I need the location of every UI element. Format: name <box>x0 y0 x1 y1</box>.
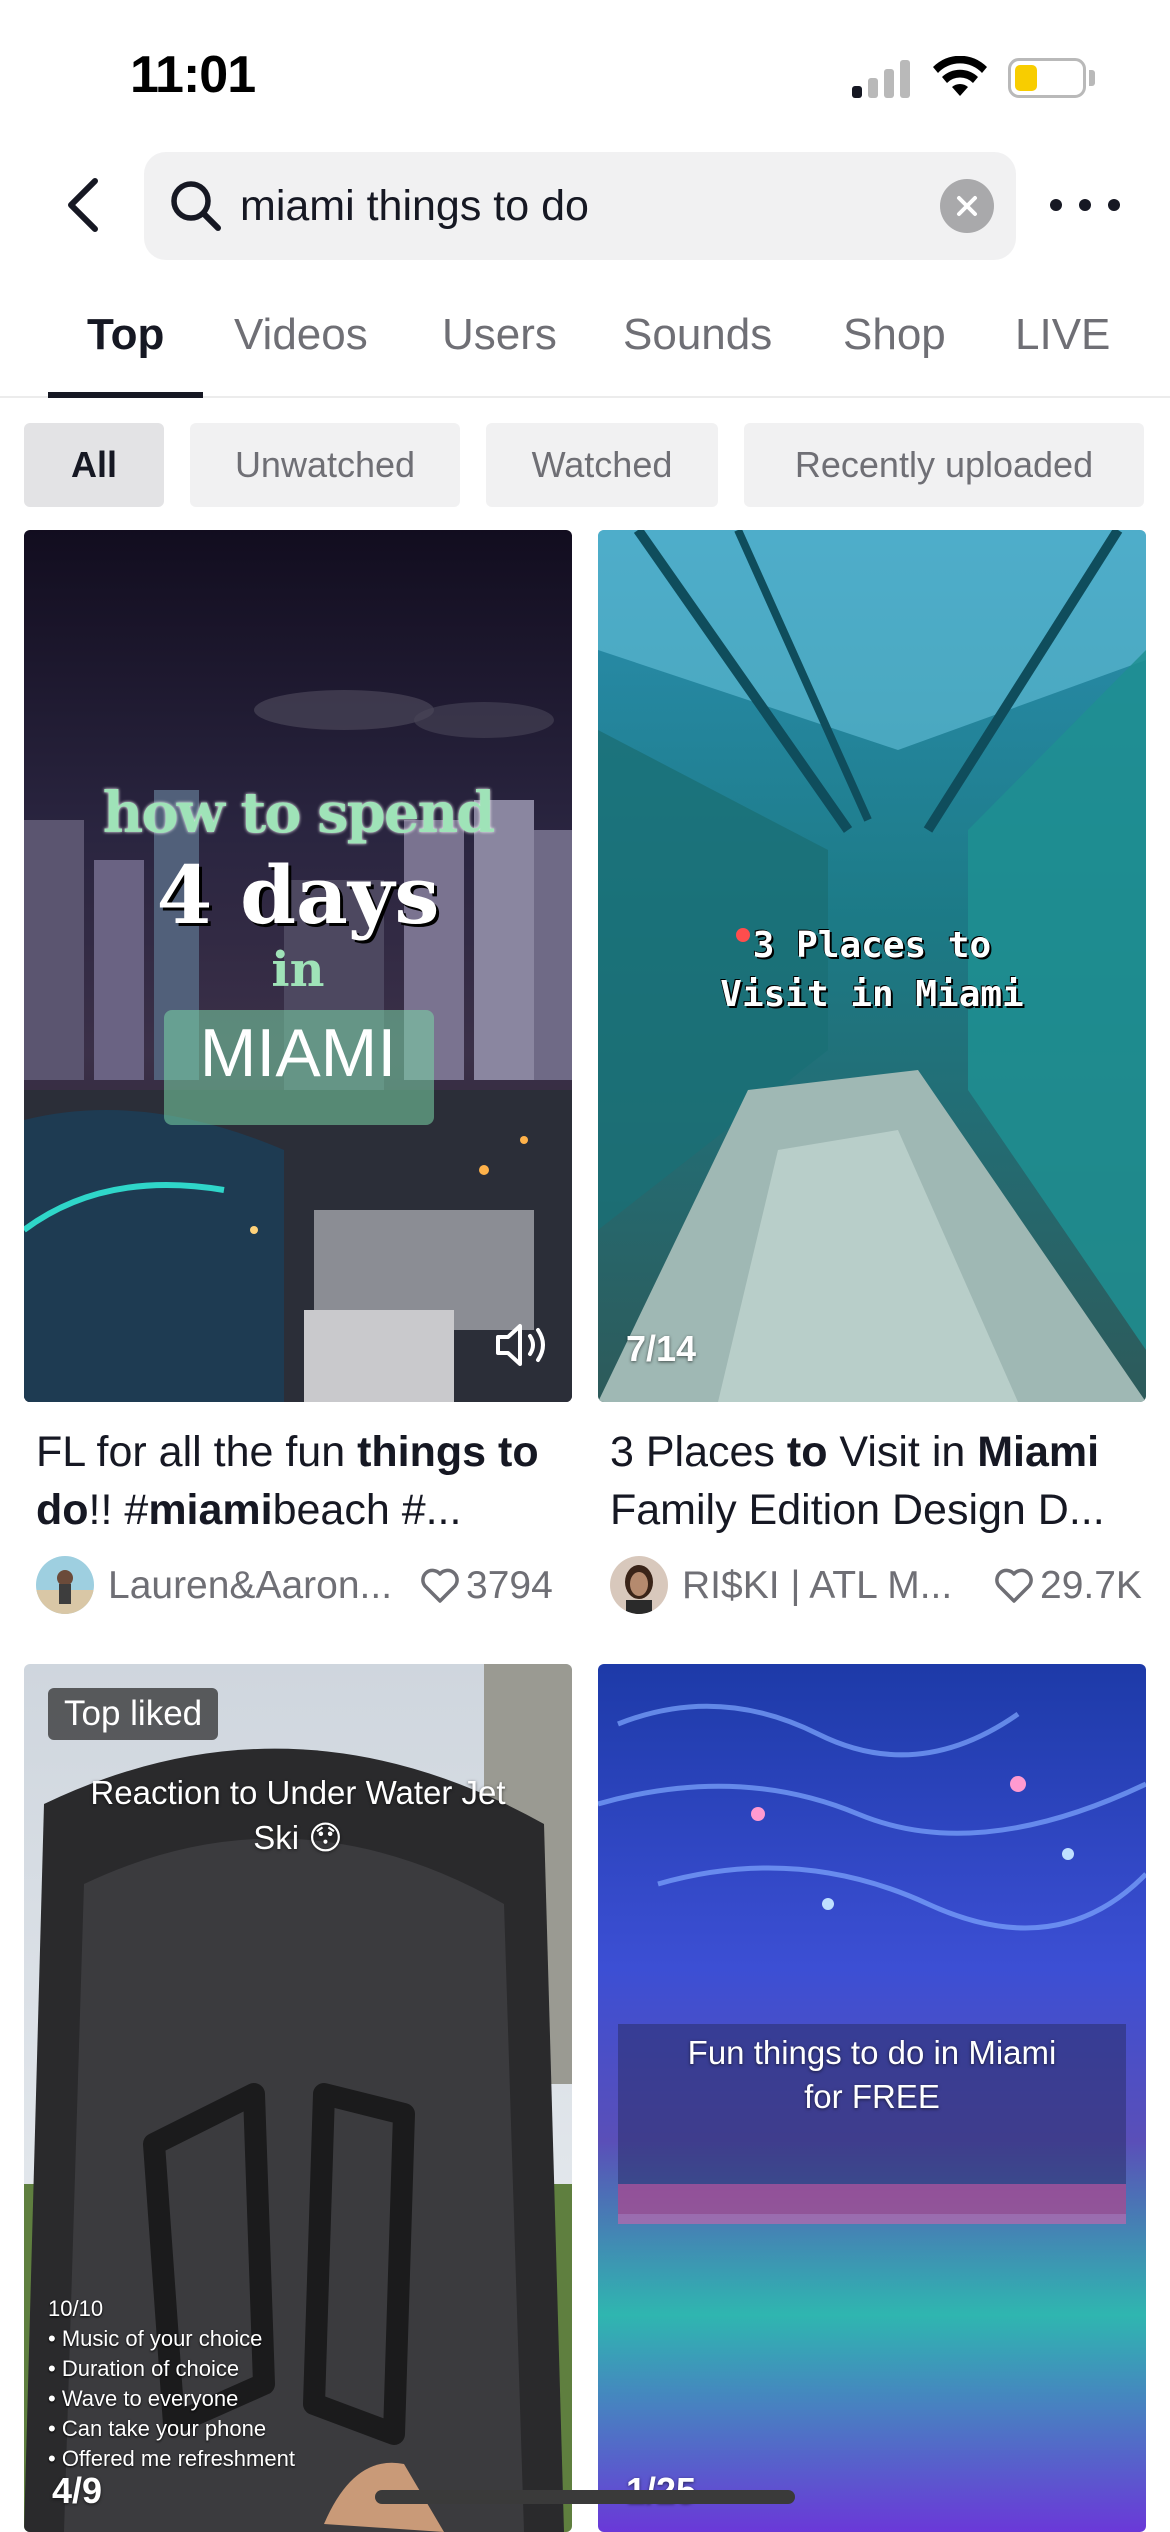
tab-live[interactable]: LIVE <box>1015 310 1110 360</box>
overlay-line: 3 Places to <box>752 925 992 966</box>
tab-shop[interactable]: Shop <box>843 310 946 360</box>
video-card[interactable]: 3 Places to Visit in Miami 7/14 3 Places… <box>598 530 1146 1620</box>
overlay-line: Ski 😯 <box>253 1819 343 1856</box>
slide-counter: 7/14 <box>626 1328 697 1369</box>
video-meta: RI$KI | ATL M... 29.7K <box>610 1556 1142 1616</box>
overlay-line: Reaction to Under Water Jet <box>90 1774 506 1811</box>
overlay-line: how to spend <box>102 780 496 846</box>
filter-unwatched[interactable]: Unwatched <box>190 423 460 507</box>
top-liked-badge: Top liked <box>48 1688 219 1740</box>
video-thumbnail[interactable]: Fun things to do in Miami for FREE 1/25 <box>598 1664 1146 2532</box>
search-query: miami things to do <box>240 182 589 230</box>
status-bar: 11:01 <box>0 0 1170 150</box>
close-icon <box>957 196 977 216</box>
avatar[interactable] <box>610 1556 668 1614</box>
cellular-signal-icon <box>852 58 914 98</box>
overlay-line: in <box>271 942 325 998</box>
tab-users[interactable]: Users <box>442 310 557 360</box>
tab-top[interactable]: Top <box>87 310 164 360</box>
filter-watched[interactable]: Watched <box>486 423 718 507</box>
battery-icon <box>1008 58 1086 98</box>
chevron-left-icon <box>68 178 98 232</box>
video-title[interactable]: 3 Places to Visit in Miami Family Editio… <box>610 1423 1140 1539</box>
video-thumbnail[interactable]: 3 Places to Visit in Miami 7/14 <box>598 530 1146 1402</box>
slide-counter: 4/9 <box>52 2470 103 2511</box>
author-name[interactable]: Lauren&Aaron... <box>108 1564 398 1608</box>
overlay-line: 4 days <box>156 848 440 942</box>
overlay-line: MIAMI <box>199 1015 397 1091</box>
overlay-line: Visit in Miami <box>720 974 1024 1015</box>
tab-videos[interactable]: Videos <box>234 310 368 360</box>
overlay-line: for FREE <box>804 2078 940 2115</box>
search-tabs: Top Videos Users Sounds Shop LIVE <box>0 300 1170 398</box>
heart-icon <box>421 1568 459 1603</box>
video-card[interactable]: how to spend 4 days in MIAMI FL for all … <box>24 530 572 1620</box>
video-meta: Lauren&Aaron... 3794 <box>36 1556 566 1616</box>
video-thumbnail[interactable]: Top liked Reaction to Under Water Jet Sk… <box>24 1664 572 2532</box>
filter-all[interactable]: All <box>24 423 164 507</box>
sound-icon[interactable] <box>494 1320 554 1370</box>
more-dot-icon <box>1108 199 1120 211</box>
heart-icon <box>995 1568 1033 1603</box>
clear-search-button[interactable] <box>940 179 994 233</box>
like-count: 29.7K <box>1040 1564 1142 1607</box>
active-tab-indicator <box>48 392 203 398</box>
video-card[interactable]: Fun things to do in Miami for FREE 1/25 <box>598 1664 1146 2532</box>
more-dot-icon <box>1079 199 1091 211</box>
video-card[interactable]: Top liked Reaction to Under Water Jet Sk… <box>24 1664 572 2532</box>
more-options-button[interactable] <box>1050 180 1120 230</box>
back-button[interactable] <box>50 170 120 240</box>
more-dot-icon <box>1050 199 1062 211</box>
search-icon <box>171 181 221 231</box>
home-indicator[interactable] <box>375 2490 795 2504</box>
overlay-line: Fun things to do in Miami <box>687 2034 1057 2071</box>
search-input[interactable]: miami things to do <box>144 152 1016 260</box>
status-time: 11:01 <box>130 46 256 104</box>
filter-recently-uploaded[interactable]: Recently uploaded <box>744 423 1144 507</box>
wifi-icon <box>933 56 987 96</box>
feature-list: 10/10 • Music of your choice • Duration … <box>48 2296 295 2471</box>
like-count: 3794 <box>466 1564 553 1607</box>
tab-sounds[interactable]: Sounds <box>623 310 772 360</box>
video-title[interactable]: FL for all the fun things to do!! #miami… <box>36 1423 566 1539</box>
author-name[interactable]: RI$KI | ATL M... <box>682 1564 972 1608</box>
glass-walkway-image <box>598 530 1146 1402</box>
avatar[interactable] <box>36 1556 94 1614</box>
video-thumbnail[interactable]: how to spend 4 days in MIAMI <box>24 530 572 1402</box>
